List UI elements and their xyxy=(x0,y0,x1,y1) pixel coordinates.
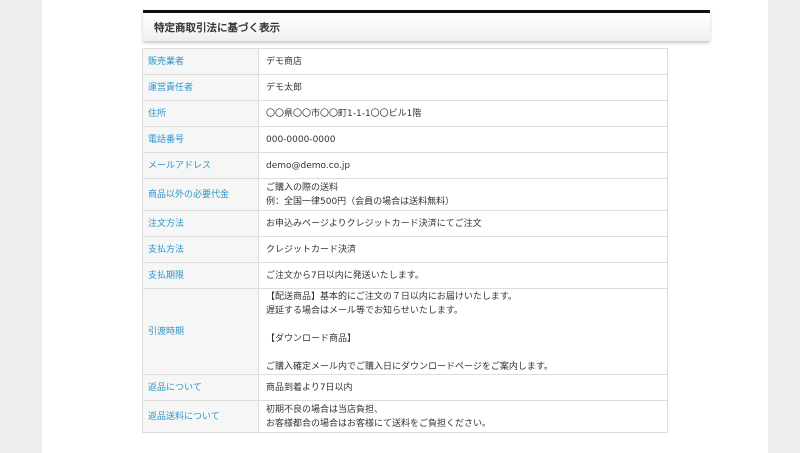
row-label: 注文方法 xyxy=(142,210,259,237)
row-value: 000-0000-0000 xyxy=(258,126,668,153)
row-value-line: 【配送商品】基本的にご注文の７日以内にお届けいたします。 xyxy=(266,291,517,302)
content-panel: 特定商取引法に基づく表示 販売業者 デモ商店 運営責任者 デモ太郎 住所 〇〇県… xyxy=(42,0,768,453)
row-value: 〇〇県〇〇市〇〇町1-1-1〇〇ビル1階 xyxy=(258,100,668,127)
row-label: 電話番号 xyxy=(142,126,259,153)
row-label: 返品について xyxy=(142,374,259,401)
row-value: demo@demo.co.jp xyxy=(258,152,668,179)
row-label: 支払方法 xyxy=(142,236,259,263)
row-value: 初期不良の場合は当店負担、 お客様都合の場合はお客様にて送料をご負担ください。 xyxy=(258,400,668,433)
row-label: 引渡時期 xyxy=(142,288,259,375)
row-value-line: 【ダウンロード商品】 xyxy=(266,333,357,344)
table-row: 住所 〇〇県〇〇市〇〇町1-1-1〇〇ビル1階 xyxy=(142,100,668,127)
row-value-line: demo@demo.co.jp xyxy=(266,160,351,171)
row-value: 商品到着より7日以内 xyxy=(258,374,668,401)
row-label: 返品送料について xyxy=(142,400,259,433)
row-value-line: ご購入の際の送料 xyxy=(266,182,339,193)
row-value: クレジットカード決済 xyxy=(258,236,668,263)
table-row: 運営責任者 デモ太郎 xyxy=(142,74,668,101)
row-value: お申込みページよりクレジットカード決済にてご注文 xyxy=(258,210,668,237)
row-value-line: 初期不良の場合は当店負担、 xyxy=(266,404,384,415)
table-row: メールアドレス demo@demo.co.jp xyxy=(142,152,668,179)
section-title: 特定商取引法に基づく表示 xyxy=(154,22,280,34)
row-value: 【配送商品】基本的にご注文の７日以内にお届けいたします。 遅延する場合はメール等… xyxy=(258,288,668,375)
row-value: デモ商店 xyxy=(258,48,668,75)
row-value: ご購入の際の送料 例：全国一律500円（会員の場合は送料無料） xyxy=(258,178,668,211)
row-value-line: デモ太郎 xyxy=(266,82,303,93)
row-value-line: ご注文から7日以内に発送いたします。 xyxy=(266,270,424,281)
row-label: 商品以外の必要代金 xyxy=(142,178,259,211)
row-label: メールアドレス xyxy=(142,152,259,179)
table-row: 注文方法 お申込みページよりクレジットカード決済にてご注文 xyxy=(142,210,668,237)
row-value-line: 〇〇県〇〇市〇〇町1-1-1〇〇ビル1階 xyxy=(266,108,422,119)
row-value-line: デモ商店 xyxy=(266,56,303,67)
row-label: 住所 xyxy=(142,100,259,127)
legal-info-table: 販売業者 デモ商店 運営責任者 デモ太郎 住所 〇〇県〇〇市〇〇町1-1-1〇〇… xyxy=(142,48,668,433)
row-value-line: お客様都合の場合はお客様にて送料をご負担ください。 xyxy=(266,418,492,429)
table-row: 返品送料について 初期不良の場合は当店負担、 お客様都合の場合はお客様にて送料を… xyxy=(142,400,668,433)
table-row: 電話番号 000-0000-0000 xyxy=(142,126,668,153)
table-row: 支払期限 ご注文から7日以内に発送いたします。 xyxy=(142,262,668,289)
row-label: 運営責任者 xyxy=(142,74,259,101)
row-value-line: 例：全国一律500円（会員の場合は送料無料） xyxy=(266,196,455,207)
section-header: 特定商取引法に基づく表示 xyxy=(143,10,710,41)
row-value-line: お申込みページよりクレジットカード決済にてご注文 xyxy=(266,218,482,229)
table-row: 返品について 商品到着より7日以内 xyxy=(142,374,668,401)
row-value-line: 000-0000-0000 xyxy=(266,134,336,145)
row-value-line: ご購入確定メール内でご購入日にダウンロードページをご案内します。 xyxy=(266,361,553,372)
row-value: デモ太郎 xyxy=(258,74,668,101)
row-label: 販売業者 xyxy=(142,48,259,75)
table-row: 引渡時期 【配送商品】基本的にご注文の７日以内にお届けいたします。 遅延する場合… xyxy=(142,288,668,375)
row-value-line: クレジットカード決済 xyxy=(266,244,357,255)
table-row: 販売業者 デモ商店 xyxy=(142,48,668,75)
row-value-line: 遅延する場合はメール等でお知らせいたします。 xyxy=(266,305,463,316)
row-label: 支払期限 xyxy=(142,262,259,289)
row-value-line xyxy=(266,318,659,332)
row-value-line: 商品到着より7日以内 xyxy=(266,382,353,393)
row-value: ご注文から7日以内に発送いたします。 xyxy=(258,262,668,289)
table-row: 商品以外の必要代金 ご購入の際の送料 例：全国一律500円（会員の場合は送料無料… xyxy=(142,178,668,211)
table-row: 支払方法 クレジットカード決済 xyxy=(142,236,668,263)
row-value-line xyxy=(266,346,659,360)
